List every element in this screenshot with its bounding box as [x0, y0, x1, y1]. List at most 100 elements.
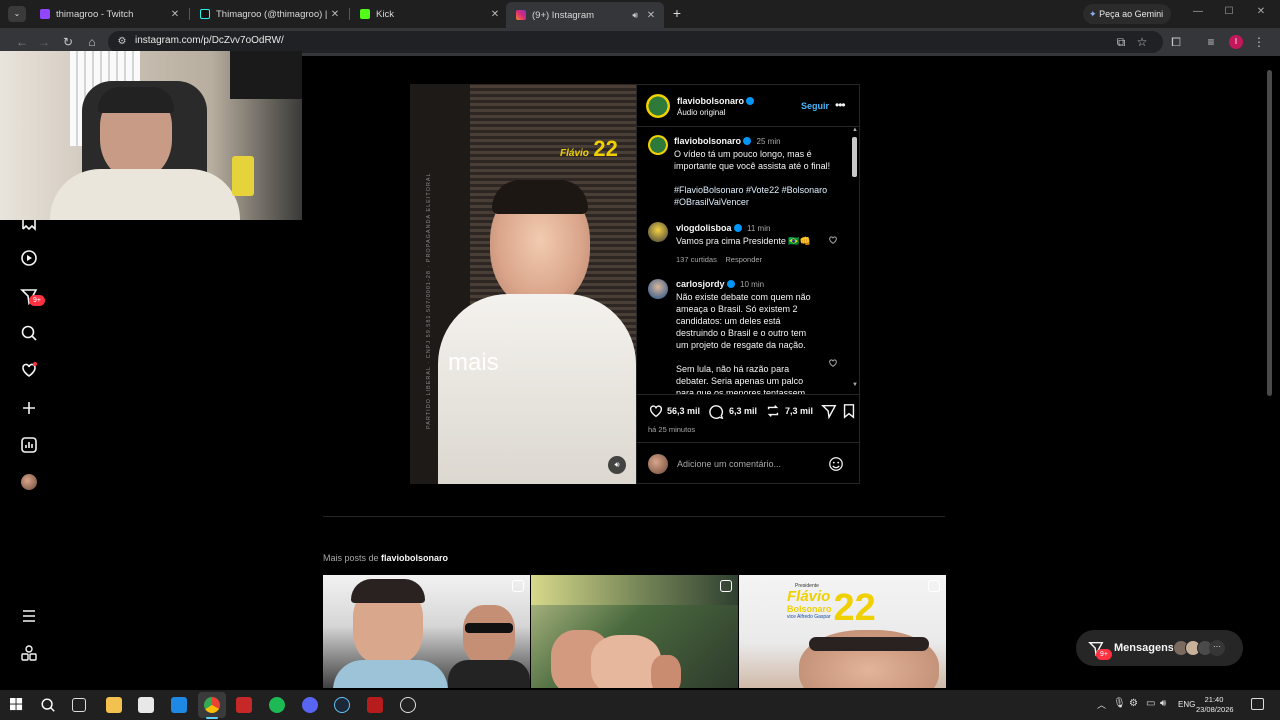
show-hidden-icons-icon[interactable]: ︿: [1097, 698, 1106, 711]
caption-hashtags[interactable]: #FlavioBolsonaro #Vote22 #Bolsonaro #OBr…: [674, 184, 844, 208]
comment-avatar[interactable]: [648, 279, 668, 299]
reposts-count[interactable]: 7,3 mil: [785, 406, 813, 416]
tiktok-favicon-icon: [200, 9, 210, 19]
posted-time: há 25 minutos: [648, 425, 696, 434]
network-icon[interactable]: ▭: [1146, 698, 1155, 709]
author-avatar[interactable]: [646, 94, 670, 118]
search-icon[interactable]: [20, 324, 38, 342]
clock[interactable]: 21:40 23/08/2026: [1196, 695, 1234, 715]
comment-icon[interactable]: [708, 403, 724, 419]
streamer-hair: [98, 87, 174, 113]
gemini-button[interactable]: ✦ Peça ao Gemini: [1083, 4, 1171, 24]
instagram-favicon-icon: [516, 10, 526, 20]
obs-icon[interactable]: [400, 697, 416, 713]
windows-start-icon[interactable]: [10, 698, 23, 711]
search-icon[interactable]: [40, 697, 56, 713]
close-tab-icon[interactable]: ✕: [168, 9, 182, 20]
site-info-icon[interactable]: ⚙: [114, 34, 130, 50]
messages-drawer-button[interactable]: 9+ Mensagens ···: [1076, 630, 1243, 666]
dashboard-icon[interactable]: [20, 436, 38, 454]
save-icon[interactable]: [842, 403, 856, 419]
bookmark-star-icon[interactable]: ☆: [1134, 34, 1150, 50]
install-app-icon[interactable]: ⧉: [1113, 34, 1129, 50]
tab-search-button[interactable]: ⌄: [8, 6, 26, 22]
create-icon[interactable]: [20, 399, 38, 417]
file-explorer-icon[interactable]: [106, 697, 122, 713]
repost-icon[interactable]: [765, 403, 781, 419]
comment-username[interactable]: vlogdolisboa: [676, 223, 732, 233]
page-scrollbar[interactable]: [1267, 70, 1272, 396]
close-tab-icon[interactable]: ✕: [328, 9, 342, 20]
tray-app-icon[interactable]: ⚙: [1129, 698, 1138, 709]
verified-badge-icon: [733, 224, 742, 232]
media-side-text: PARTIDO LIBERAL · CNPJ 59.581.507/0001-2…: [426, 172, 432, 429]
store-icon[interactable]: [138, 697, 154, 713]
comment-avatar[interactable]: [648, 222, 668, 242]
volume-icon[interactable]: 🔊︎: [1160, 698, 1166, 709]
author-username[interactable]: flaviobolsonaro: [677, 96, 755, 106]
tab-twitch[interactable]: thimagroo - Twitch ✕: [30, 4, 188, 24]
like-comment-icon[interactable]: [828, 358, 838, 368]
more-apps-icon[interactable]: [20, 644, 38, 662]
close-window-button[interactable]: ✕: [1253, 6, 1269, 17]
speaker-icon[interactable]: 🔊︎: [632, 10, 638, 21]
extensions-icon[interactable]: ⧠: [1168, 34, 1184, 50]
comments-count[interactable]: 6,3 mil: [729, 406, 757, 416]
more-posts-username[interactable]: flaviobolsonaro: [381, 553, 448, 563]
chrome-icon[interactable]: [204, 697, 220, 713]
minimize-button[interactable]: —: [1190, 6, 1206, 17]
follow-button[interactable]: Seguir: [801, 101, 829, 111]
caption-author-avatar[interactable]: [648, 135, 668, 155]
heart-icon[interactable]: [20, 361, 38, 379]
home-icon[interactable]: ⌂: [84, 34, 100, 50]
profile-avatar[interactable]: I: [1229, 35, 1243, 49]
discord-icon[interactable]: [302, 697, 318, 713]
task-view-icon[interactable]: [72, 698, 86, 712]
like-comment-icon[interactable]: [828, 235, 838, 245]
spotify-icon[interactable]: [269, 697, 285, 713]
share-icon[interactable]: [821, 403, 837, 419]
more-options-icon[interactable]: •••: [835, 98, 846, 112]
tab-tiktok[interactable]: Thimagroo (@thimagroo) | Tik ✕: [190, 4, 348, 24]
menu-icon[interactable]: [20, 607, 38, 625]
new-tab-button[interactable]: +: [669, 5, 685, 21]
maximize-button[interactable]: ☐: [1221, 6, 1237, 17]
profile-avatar[interactable]: [21, 474, 37, 490]
media-control-icon[interactable]: ≡: [1203, 34, 1219, 50]
tab-instagram[interactable]: (9+) Instagram 🔊︎ ✕: [506, 2, 664, 28]
close-tab-icon[interactable]: ✕: [644, 10, 658, 21]
voice-modifier-icon[interactable]: [236, 697, 252, 713]
forward-icon[interactable]: →: [36, 34, 52, 50]
voice-app-icon[interactable]: [367, 697, 383, 713]
verified-badge-icon: [746, 97, 755, 105]
emoji-icon[interactable]: [828, 456, 844, 472]
url-text[interactable]: instagram.com/p/DcZvv7oOdRW/: [135, 35, 284, 46]
language-indicator[interactable]: ENG: [1178, 700, 1195, 709]
reload-icon[interactable]: ↻: [60, 34, 76, 50]
microphone-icon[interactable]: 🎙︎: [1113, 698, 1126, 709]
comment-likes[interactable]: 137 curtidas: [676, 255, 717, 264]
like-icon[interactable]: [648, 403, 664, 419]
caption-username[interactable]: flaviobolsonaro: [674, 136, 741, 146]
notification-center-icon[interactable]: [1251, 698, 1264, 710]
comment-input[interactable]: Adicione um comentário...: [677, 459, 817, 469]
more-post-thumbnail[interactable]: [531, 575, 738, 688]
back-icon[interactable]: ←: [14, 34, 30, 50]
post-media[interactable]: PARTIDO LIBERAL · CNPJ 59.581.507/0001-2…: [410, 84, 636, 484]
tab-title: Thimagroo (@thimagroo) | Tik: [216, 8, 328, 20]
more-post-thumbnail[interactable]: [323, 575, 530, 688]
mail-icon[interactable]: [171, 697, 187, 713]
mute-toggle-icon[interactable]: 🔊︎: [608, 456, 626, 474]
steam-icon[interactable]: [334, 697, 350, 713]
more-post-thumbnail[interactable]: Presidente Flávio Bolsonaro vice Alfredo…: [739, 575, 946, 688]
likes-count[interactable]: 56,3 mil: [667, 406, 700, 416]
tab-kick[interactable]: Kick ✕: [350, 4, 508, 24]
chrome-menu-icon[interactable]: ⋮: [1251, 34, 1267, 50]
media-overlay-text: mais: [448, 349, 499, 376]
comment-username[interactable]: carlosjordy: [676, 279, 725, 289]
reply-button[interactable]: Responder: [725, 255, 762, 264]
comments-scrollbar[interactable]: ▲ ▼: [852, 127, 858, 391]
close-tab-icon[interactable]: ✕: [488, 9, 502, 20]
audio-label[interactable]: Áudio original: [677, 108, 725, 117]
video-icon[interactable]: [20, 249, 38, 267]
